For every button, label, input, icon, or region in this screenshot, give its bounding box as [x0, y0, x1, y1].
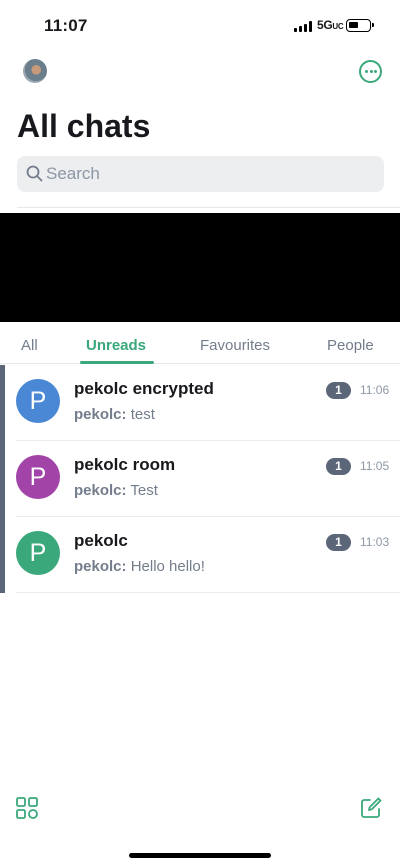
message-time: 11:05 — [360, 459, 390, 473]
chat-row[interactable]: P pekolc encrypted pekolc: test 1 11:06 — [0, 365, 400, 441]
message-text: Hello hello! — [130, 558, 205, 575]
unread-indicator — [0, 365, 5, 441]
search-icon — [26, 165, 43, 182]
filter-tabs: All Unreads Favourites People — [0, 322, 400, 364]
message-sender: pekolc: — [74, 558, 127, 575]
last-message: pekolc: Hello hello! — [74, 558, 205, 575]
chat-row[interactable]: P pekolc pekolc: Hello hello! 1 11:03 — [0, 517, 400, 593]
unread-badge: 1 — [326, 382, 351, 399]
home-indicator — [129, 853, 271, 858]
row-divider — [16, 592, 400, 593]
message-sender: pekolc: — [74, 482, 127, 499]
tab-all[interactable]: All — [21, 337, 38, 354]
room-name: pekolc encrypted — [74, 379, 214, 398]
divider — [17, 207, 400, 208]
room-avatar: P — [16, 455, 60, 499]
message-text: Test — [130, 482, 158, 499]
tab-unreads[interactable]: Unreads — [86, 337, 146, 354]
status-time: 11:07 — [44, 16, 88, 35]
search-input[interactable] — [46, 156, 366, 192]
compose-icon[interactable] — [360, 797, 382, 819]
chat-row[interactable]: P pekolc room pekolc: Test 1 11:05 — [0, 441, 400, 517]
room-name: pekolc room — [74, 455, 176, 474]
battery-icon — [346, 19, 374, 32]
search-bar[interactable] — [17, 156, 384, 192]
message-time: 11:03 — [360, 535, 390, 549]
message-text: test — [130, 406, 155, 423]
unread-indicator — [0, 441, 5, 517]
unread-badge: 1 — [326, 534, 351, 551]
network-type: 5GUC — [317, 18, 344, 32]
cellular-signal-icon — [294, 21, 314, 32]
more-options-icon[interactable] — [359, 60, 382, 83]
message-sender: pekolc: — [74, 406, 127, 423]
redacted-area — [0, 213, 400, 322]
user-avatar[interactable] — [23, 59, 47, 83]
unread-badge: 1 — [326, 458, 351, 475]
page-title: All chats — [17, 108, 151, 144]
room-name: pekolc — [74, 531, 128, 550]
last-message: pekolc: Test — [74, 482, 158, 499]
room-avatar: P — [16, 531, 60, 575]
tab-people[interactable]: People — [327, 337, 374, 354]
active-tab-indicator — [80, 361, 154, 364]
room-avatar: P — [16, 379, 60, 423]
unread-indicator — [0, 517, 5, 593]
tab-favourites[interactable]: Favourites — [200, 337, 270, 354]
spaces-grid-icon[interactable] — [16, 797, 38, 819]
last-message: pekolc: test — [74, 406, 155, 423]
message-time: 11:06 — [360, 383, 390, 397]
status-bar: 11:07 5GUC — [0, 0, 400, 52]
